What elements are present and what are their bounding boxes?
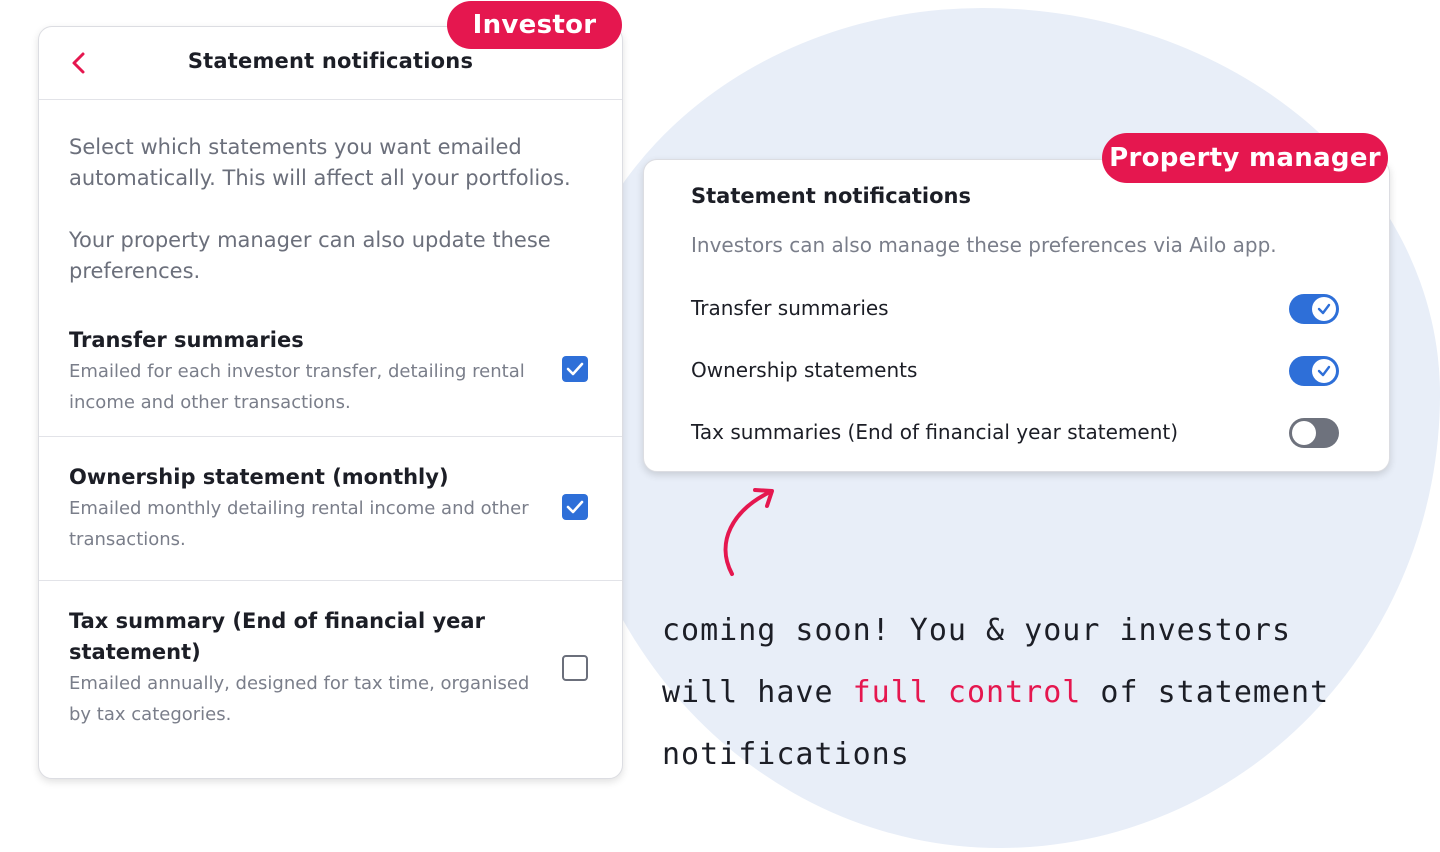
item-description: Emailed for each investor transfer, deta… (69, 361, 525, 413)
checkbox-ownership-statement[interactable] (562, 494, 588, 520)
card-subtitle: Investors can also manage these preferen… (691, 233, 1277, 257)
note-highlight: full control (852, 675, 1082, 710)
toggle-knob (1312, 359, 1336, 383)
intro-paragraph: Select which statements you want emailed… (69, 135, 571, 190)
item-description: Emailed annually, designed for tax time,… (69, 673, 530, 725)
investor-tag: Investor (447, 1, 622, 49)
page-title: Statement notifications (187, 49, 474, 73)
item-title: Tax summary (End of financial year state… (69, 609, 485, 664)
list-item-ownership-statement: Ownership statement (monthly) Emailed mo… (39, 437, 622, 570)
toggle-label: Tax summaries (End of financial year sta… (691, 420, 1179, 444)
coming-soon-note: coming soon! You & your investors will h… (662, 600, 1342, 786)
check-icon (566, 500, 584, 514)
intro-text: Select which statements you want emailed… (39, 100, 622, 287)
item-title: Ownership statement (monthly) (69, 465, 449, 489)
card-title: Statement notifications (691, 184, 971, 208)
check-icon (1317, 365, 1331, 377)
investor-settings-card: Statement notifications Select which sta… (38, 26, 623, 779)
item-description: Emailed monthly detailing rental income … (69, 498, 529, 550)
item-title: Transfer summaries (69, 328, 304, 352)
intro-paragraph-manager: Your property manager can also update th… (69, 228, 551, 283)
list-item-tax-summary: Tax summary (End of financial year state… (39, 581, 622, 730)
toggle-tax-summaries[interactable] (1289, 418, 1339, 448)
toggle-label: Ownership statements (691, 358, 918, 382)
checkbox-transfer-summaries[interactable] (562, 356, 588, 382)
toggle-transfer-summaries[interactable] (1289, 294, 1339, 324)
toggle-knob (1292, 421, 1316, 445)
toggle-knob (1312, 297, 1336, 321)
property-manager-settings-card: Statement notifications Investors can al… (643, 159, 1390, 472)
property-manager-tag: Property manager (1102, 133, 1388, 183)
list-item-transfer-summaries: Transfer summaries Emailed for each inve… (39, 325, 622, 426)
toggle-ownership-statements[interactable] (1289, 356, 1339, 386)
checkbox-tax-summary[interactable] (562, 655, 588, 681)
curved-arrow-icon (723, 488, 774, 576)
check-icon (566, 362, 584, 376)
check-icon (1317, 303, 1331, 315)
toggle-label: Transfer summaries (691, 296, 889, 320)
